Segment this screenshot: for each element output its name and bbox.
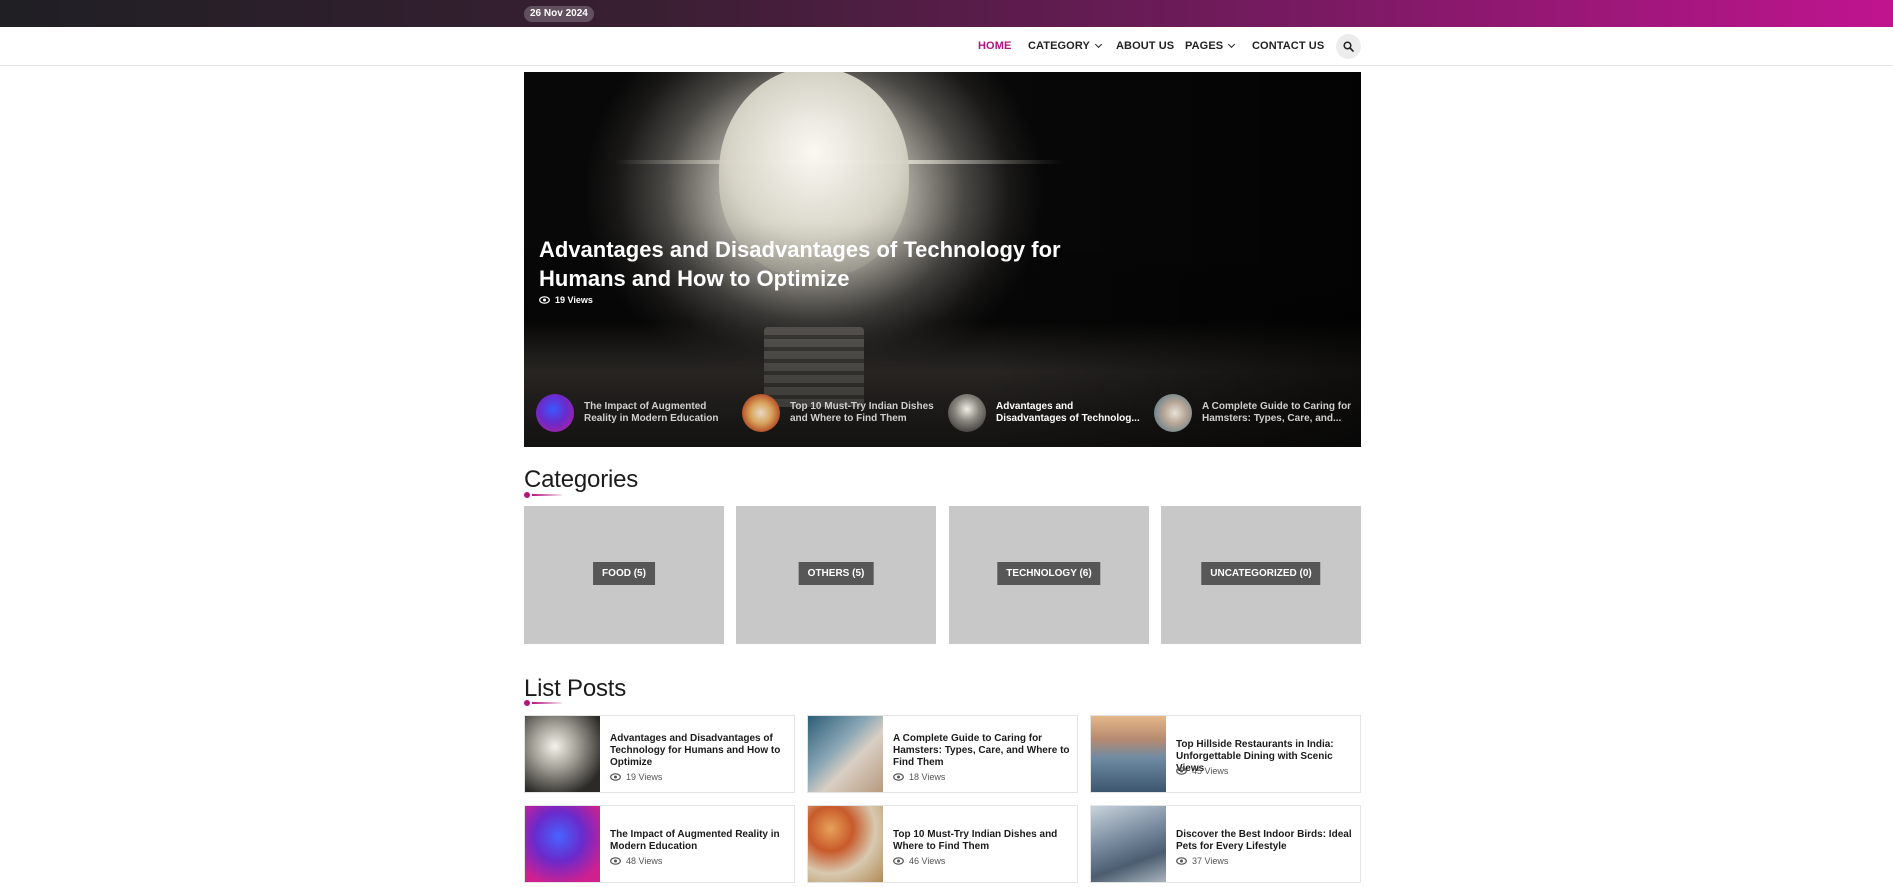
thumb-title: A Complete Guide to Caring for Hamsters:… xyxy=(1202,401,1352,424)
post-views: 37 Views xyxy=(1176,856,1228,866)
categories-heading: Categories xyxy=(524,466,639,493)
thumb-image xyxy=(1154,394,1192,432)
post-views-count: 48 Views xyxy=(626,856,663,866)
post-thumbnail xyxy=(1091,806,1166,882)
search-icon xyxy=(1343,41,1354,52)
eye-icon xyxy=(539,296,550,304)
post-views: 18 Views xyxy=(893,772,945,782)
post-views-count: 18 Views xyxy=(909,772,946,782)
post-thumbnail xyxy=(525,806,600,882)
post-title[interactable]: Top 10 Must-Try Indian Dishes and Where … xyxy=(893,829,1073,853)
nav-home[interactable]: HOME xyxy=(978,40,1011,52)
eye-icon xyxy=(610,773,621,781)
hero-views-count: 19 Views xyxy=(555,295,593,305)
main-nav: HOME CATEGORY ABOUT US PAGES CONTACT US xyxy=(0,27,1893,66)
nav-pages[interactable]: PAGES xyxy=(1185,40,1236,52)
category-label: FOOD (5) xyxy=(593,562,655,585)
nav-category-label: CATEGORY xyxy=(1028,40,1090,52)
thumb-title: Advantages and Disadvantages of Technolo… xyxy=(996,401,1140,424)
thumb-image xyxy=(536,394,574,432)
thumb-image xyxy=(742,394,780,432)
hero-thumb[interactable]: Top 10 Must-Try Indian Dishes and Where … xyxy=(742,392,942,434)
eye-icon xyxy=(1176,857,1187,865)
hero-thumb[interactable]: A Complete Guide to Caring for Hamsters:… xyxy=(1154,392,1354,434)
underline-dot xyxy=(524,492,530,498)
nav-category[interactable]: CATEGORY xyxy=(1028,40,1102,52)
category-label: TECHNOLOGY (6) xyxy=(997,562,1101,585)
post-views: 45 Views xyxy=(1176,766,1228,776)
thumb-image xyxy=(948,394,986,432)
nav-about-us[interactable]: ABOUT US xyxy=(1116,40,1174,52)
post-card[interactable]: Advantages and Disadvantages of Technolo… xyxy=(524,715,795,793)
nav-contact-us[interactable]: CONTACT US xyxy=(1252,40,1324,52)
post-title[interactable]: Advantages and Disadvantages of Technolo… xyxy=(610,733,790,769)
category-card-technology[interactable]: TECHNOLOGY (6) xyxy=(949,506,1149,644)
category-label: OTHERS (5) xyxy=(798,562,874,585)
post-title[interactable]: The Impact of Augmented Reality in Moder… xyxy=(610,829,790,853)
post-views-count: 19 Views xyxy=(626,772,663,782)
post-card[interactable]: A Complete Guide to Caring for Hamsters:… xyxy=(807,715,1078,793)
heading-underline xyxy=(524,700,564,706)
eye-icon xyxy=(610,857,621,865)
hero-thumb[interactable]: The Impact of Augmented Reality in Moder… xyxy=(536,392,736,434)
post-card[interactable]: The Impact of Augmented Reality in Moder… xyxy=(524,805,795,883)
category-card-uncategorized[interactable]: UNCATEGORIZED (0) xyxy=(1161,506,1361,644)
chevron-down-icon xyxy=(1094,40,1102,49)
category-label: UNCATEGORIZED (0) xyxy=(1201,562,1321,585)
post-thumbnail xyxy=(808,806,883,882)
hero-thumb[interactable]: Advantages and Disadvantages of Technolo… xyxy=(948,392,1148,434)
post-thumbnail xyxy=(525,716,600,792)
underline-bar xyxy=(532,702,562,704)
post-views-count: 45 Views xyxy=(1192,766,1229,776)
eye-icon xyxy=(893,857,904,865)
date-badge: 26 Nov 2024 xyxy=(524,6,594,22)
chevron-down-icon xyxy=(1228,40,1236,49)
post-views: 46 Views xyxy=(893,856,945,866)
post-views-count: 46 Views xyxy=(909,856,946,866)
list-posts-heading: List Posts xyxy=(524,675,627,702)
eye-icon xyxy=(1176,767,1187,775)
post-card[interactable]: Top Hillside Restaurants in India: Unfor… xyxy=(1090,715,1361,793)
post-views-count: 37 Views xyxy=(1192,856,1229,866)
hero-slider[interactable]: Advantages and Disadvantages of Technolo… xyxy=(524,72,1361,447)
hero-views: 19 Views xyxy=(539,295,593,305)
heading-underline xyxy=(524,492,564,498)
post-card[interactable]: Top 10 Must-Try Indian Dishes and Where … xyxy=(807,805,1078,883)
search-button[interactable] xyxy=(1336,34,1361,59)
underline-dot xyxy=(524,700,530,706)
post-title[interactable]: Discover the Best Indoor Birds: Ideal Pe… xyxy=(1176,829,1356,853)
post-views: 19 Views xyxy=(610,772,662,782)
post-thumbnail xyxy=(808,716,883,792)
hero-thumbnails: The Impact of Augmented Reality in Moder… xyxy=(524,392,1361,447)
top-bar: 26 Nov 2024 xyxy=(0,0,1893,27)
thumb-title: Top 10 Must-Try Indian Dishes and Where … xyxy=(790,401,934,424)
post-card[interactable]: Discover the Best Indoor Birds: Ideal Pe… xyxy=(1090,805,1361,883)
post-title[interactable]: A Complete Guide to Caring for Hamsters:… xyxy=(893,733,1073,769)
hero-title[interactable]: Advantages and Disadvantages of Technolo… xyxy=(539,235,1079,293)
eye-icon xyxy=(893,773,904,781)
post-views: 48 Views xyxy=(610,856,662,866)
post-thumbnail xyxy=(1091,716,1166,792)
category-card-others[interactable]: OTHERS (5) xyxy=(736,506,936,644)
category-card-food[interactable]: FOOD (5) xyxy=(524,506,724,644)
thumb-title: The Impact of Augmented Reality in Moder… xyxy=(584,401,719,424)
underline-bar xyxy=(532,494,562,496)
nav-pages-label: PAGES xyxy=(1185,40,1224,52)
